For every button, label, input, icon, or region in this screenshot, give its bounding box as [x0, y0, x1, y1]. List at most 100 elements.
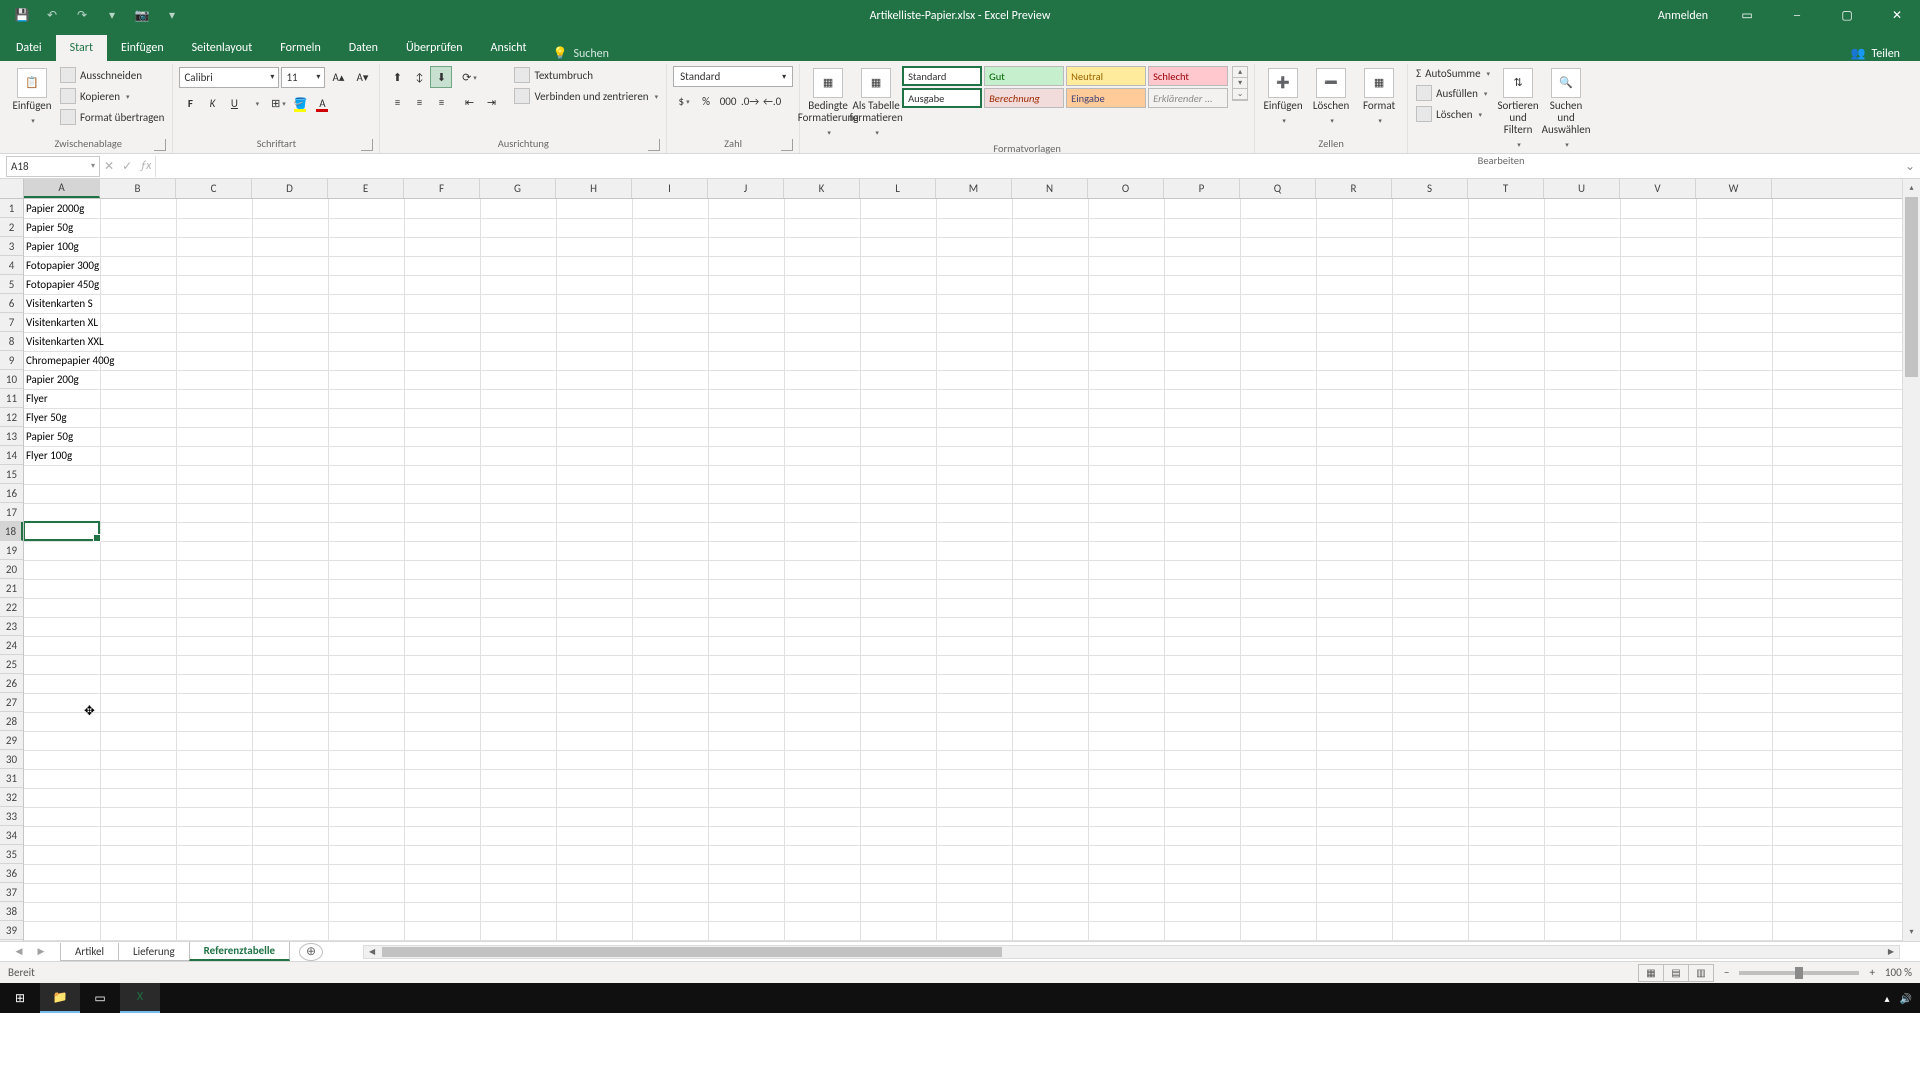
percent-format-button[interactable]: %: [695, 90, 717, 112]
row-header-5[interactable]: 5: [0, 275, 23, 294]
sheet-nav-arrows[interactable]: ◀▶: [0, 946, 60, 957]
col-header-M[interactable]: M: [936, 179, 1012, 198]
maximize-button[interactable]: ▢: [1824, 0, 1870, 31]
cell-A6[interactable]: Visitenkarten S: [24, 294, 224, 313]
cells-area[interactable]: Papier 2000gPapier 50gPapier 100gFotopap…: [24, 199, 1902, 941]
cell-A11[interactable]: Flyer: [24, 389, 224, 408]
style-standard[interactable]: Standard: [902, 66, 982, 86]
row-header-3[interactable]: 3: [0, 237, 23, 256]
row-header-12[interactable]: 12: [0, 408, 23, 427]
row-header-36[interactable]: 36: [0, 864, 23, 883]
zoom-in-button[interactable]: +: [1869, 966, 1874, 979]
cell-A9[interactable]: Chromepapier 400g: [24, 351, 224, 370]
row-header-23[interactable]: 23: [0, 617, 23, 636]
undo-icon[interactable]: ↶: [42, 6, 62, 26]
zoom-out-button[interactable]: −: [1724, 966, 1729, 979]
row-header-24[interactable]: 24: [0, 636, 23, 655]
hscroll-thumb[interactable]: [382, 947, 1002, 957]
qat-more-icon[interactable]: ▾: [102, 6, 122, 26]
underline-more-button[interactable]: [245, 92, 267, 114]
font-name-select[interactable]: Calibri▾: [179, 67, 279, 88]
tab-data[interactable]: Daten: [335, 35, 392, 61]
align-right-button[interactable]: ≡: [430, 91, 452, 113]
col-header-D[interactable]: D: [252, 179, 328, 198]
gallery-up-button[interactable]: ▴: [1233, 67, 1247, 78]
col-header-E[interactable]: E: [328, 179, 404, 198]
fill-color-button[interactable]: 🪣: [289, 92, 311, 114]
col-header-C[interactable]: C: [176, 179, 252, 198]
group-label-font[interactable]: Schriftart: [179, 135, 373, 153]
col-header-G[interactable]: G: [480, 179, 556, 198]
clear-button[interactable]: Löschen: [1414, 105, 1492, 123]
row-header-2[interactable]: 2: [0, 218, 23, 237]
number-format-select[interactable]: Standard▾: [673, 66, 793, 87]
insert-function-icon[interactable]: ƒx: [140, 159, 151, 174]
row-header-13[interactable]: 13: [0, 427, 23, 446]
gallery-down-button[interactable]: ▾: [1233, 78, 1247, 89]
orientation-button[interactable]: ⟳: [458, 66, 480, 88]
row-header-39[interactable]: 39: [0, 921, 23, 940]
col-header-H[interactable]: H: [556, 179, 632, 198]
col-header-W[interactable]: W: [1696, 179, 1772, 198]
style-ausgabe[interactable]: Ausgabe: [902, 88, 982, 108]
paste-button[interactable]: 📋 Einfügen: [10, 66, 54, 128]
cancel-formula-icon[interactable]: ✕: [104, 159, 114, 174]
select-all-corner[interactable]: [0, 179, 24, 199]
row-header-19[interactable]: 19: [0, 541, 23, 560]
close-button[interactable]: ✕: [1874, 0, 1920, 31]
align-top-button[interactable]: ⬆: [386, 66, 408, 88]
group-label-clipboard[interactable]: Zwischenablage: [10, 135, 166, 153]
cell-A5[interactable]: Fotopapier 450g: [24, 275, 224, 294]
copy-button[interactable]: Kopieren: [58, 87, 166, 105]
vertical-scrollbar[interactable]: ▴ ▾: [1902, 179, 1920, 941]
col-header-L[interactable]: L: [860, 179, 936, 198]
align-left-button[interactable]: ≡: [386, 91, 408, 113]
row-header-22[interactable]: 22: [0, 598, 23, 617]
taskbar-excel[interactable]: X: [120, 983, 160, 1013]
row-header-1[interactable]: 1: [0, 199, 23, 218]
row-header-7[interactable]: 7: [0, 313, 23, 332]
tell-me-search[interactable]: 💡 Suchen: [541, 46, 621, 61]
tab-insert[interactable]: Einfügen: [107, 35, 178, 61]
style-schlecht[interactable]: Schlecht: [1148, 66, 1228, 86]
col-header-V[interactable]: V: [1620, 179, 1696, 198]
row-header-27[interactable]: 27: [0, 693, 23, 712]
insert-cells-button[interactable]: ➕Einfügen: [1261, 66, 1305, 128]
row-header-10[interactable]: 10: [0, 370, 23, 389]
col-header-U[interactable]: U: [1544, 179, 1620, 198]
row-header-31[interactable]: 31: [0, 769, 23, 788]
cut-button[interactable]: Ausschneiden: [58, 66, 166, 84]
align-bottom-button[interactable]: ⬇: [430, 66, 452, 88]
scroll-down-button[interactable]: ▾: [1903, 923, 1920, 941]
share-button[interactable]: 👥 Teilen: [1831, 46, 1920, 61]
style-gut[interactable]: Gut: [984, 66, 1064, 86]
row-header-20[interactable]: 20: [0, 560, 23, 579]
row-header-15[interactable]: 15: [0, 465, 23, 484]
qat-customize-icon[interactable]: ▾: [162, 6, 182, 26]
autosum-button[interactable]: ΣAutoSumme: [1414, 66, 1492, 81]
pagelayout-view-button[interactable]: ▤: [1663, 964, 1689, 982]
expand-formula-bar-icon[interactable]: ⌄: [1900, 159, 1920, 174]
cell-A1[interactable]: Papier 2000g: [24, 199, 224, 218]
format-cells-button[interactable]: ▦Format: [1357, 66, 1401, 128]
thousands-format-button[interactable]: 000: [717, 90, 739, 112]
taskbar-explorer[interactable]: 📁: [40, 983, 80, 1013]
font-color-button[interactable]: A: [311, 92, 333, 114]
row-header-8[interactable]: 8: [0, 332, 23, 351]
row-header-18[interactable]: 18: [0, 522, 23, 541]
merge-center-button[interactable]: Verbinden und zentrieren: [512, 87, 660, 105]
tab-view[interactable]: Ansicht: [477, 35, 541, 61]
tab-start[interactable]: Start: [56, 35, 107, 61]
col-header-N[interactable]: N: [1012, 179, 1088, 198]
style-erklaerender[interactable]: Erklärender ...: [1148, 88, 1228, 108]
align-center-button[interactable]: ≡: [408, 91, 430, 113]
row-header-33[interactable]: 33: [0, 807, 23, 826]
row-header-32[interactable]: 32: [0, 788, 23, 807]
increase-decimal-button[interactable]: .0→: [739, 90, 761, 112]
formula-input[interactable]: [155, 156, 1900, 177]
horizontal-scrollbar[interactable]: ◀ ▶: [363, 945, 1900, 959]
conditional-formatting-button[interactable]: ▦Bedingte Formatierung: [806, 66, 850, 140]
row-header-11[interactable]: 11: [0, 389, 23, 408]
row-header-25[interactable]: 25: [0, 655, 23, 674]
row-header-26[interactable]: 26: [0, 674, 23, 693]
